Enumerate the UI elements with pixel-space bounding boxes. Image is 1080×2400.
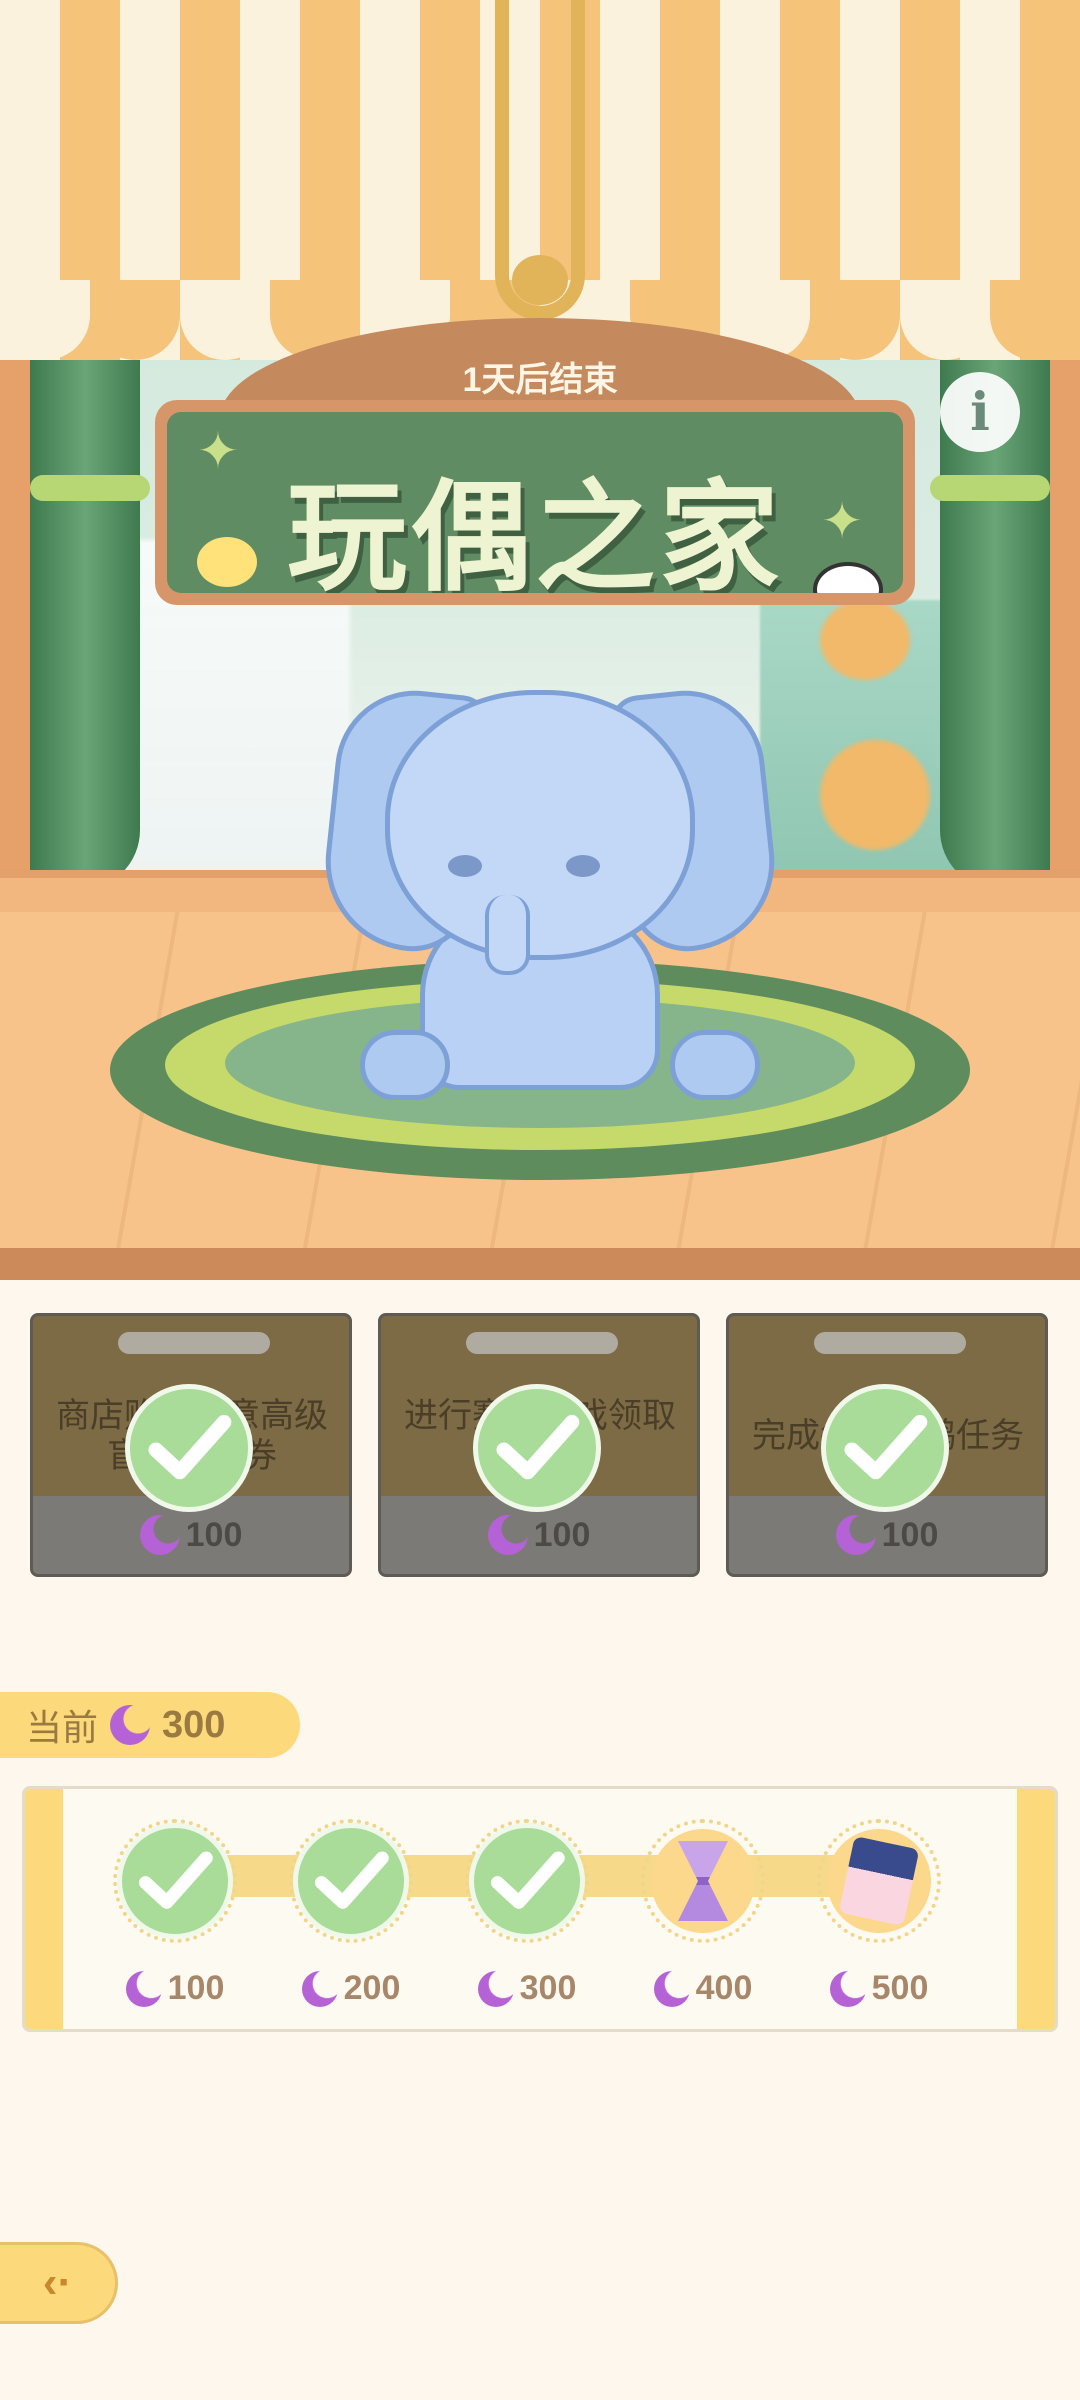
moon-icon (477, 1970, 514, 2007)
shelf-toy (820, 600, 910, 680)
task-reward-value: 100 (185, 1515, 243, 1554)
milestone-disc (117, 1823, 233, 1939)
task-card[interactable]: 完成每日鸽鸽任务 100 (726, 1313, 1048, 1577)
event-title-sign: ✦ ✦ 玩偶之家 (155, 400, 915, 605)
milestone-disc (827, 1829, 931, 1933)
moon-icon (829, 1970, 866, 2007)
milestone-value: 500 (871, 1969, 929, 2007)
current-value: 300 (162, 1703, 226, 1746)
milestone-value: 400 (695, 1969, 753, 2007)
milestone-ring (817, 1819, 941, 1943)
shelf-toy (820, 740, 930, 850)
elephant-leg-right (670, 1030, 760, 1100)
milestone-reward: 300 (457, 1969, 597, 2008)
hourglass-icon (678, 1841, 728, 1921)
stall-post-left (0, 330, 30, 890)
elephant-leg-left (360, 1030, 450, 1100)
milestone-disc (469, 1823, 585, 1939)
back-button[interactable]: ‹· (0, 2242, 118, 2324)
milestone-disc (293, 1823, 409, 1939)
task-card-tab (814, 1332, 966, 1354)
current-label: 当前 (26, 1707, 99, 1748)
back-arrow-icon: ‹· (42, 2258, 73, 2307)
milestone-ring (289, 1819, 413, 1943)
curtain-tie-right (930, 475, 1050, 501)
milestone-value: 200 (343, 1969, 401, 2007)
sign-rope-knot (512, 255, 568, 305)
milestone-reward: 100 (105, 1969, 245, 2008)
moon-icon (110, 1705, 151, 1745)
stall-post-right (1050, 330, 1080, 890)
milestone-ring (641, 1819, 765, 1943)
task-reward-value: 100 (533, 1515, 591, 1554)
moon-icon (653, 1970, 690, 2007)
task-card-tab (466, 1332, 618, 1354)
floor-edge (0, 1248, 1080, 1280)
moon-icon (125, 1970, 162, 2007)
curtain-tie-left (30, 475, 150, 501)
info-button[interactable]: i (940, 372, 1020, 452)
milestone-ring (465, 1819, 589, 1943)
milestone-track: 100 200 300 400 500 (22, 1786, 1058, 2032)
task-reward-value: 100 (881, 1515, 939, 1554)
check-icon (473, 1384, 601, 1512)
elephant-trunk (485, 895, 530, 975)
event-banner-scene: 1天后结束 ✦ ✦ 玩偶之家 i (0, 0, 1080, 1280)
milestone-value: 100 (167, 1969, 225, 2007)
moon-icon (835, 1515, 876, 1555)
elephant-eye-left (448, 855, 482, 877)
check-icon (821, 1384, 949, 1512)
milestone-reward: 400 (633, 1969, 773, 2008)
milestone-300[interactable]: 300 (457, 1819, 597, 2019)
check-icon (117, 1823, 233, 1939)
event-title: 玩偶之家 (287, 471, 783, 593)
task-card[interactable]: 进行赛马游戏领取一 100 (378, 1313, 700, 1577)
track-side-right (1017, 1789, 1055, 2029)
milestone-500[interactable]: 500 (809, 1819, 949, 2019)
milestone-100[interactable]: 100 (105, 1819, 245, 2019)
info-icon: i (970, 381, 990, 443)
milestone-disc (651, 1829, 755, 1933)
elephant-eye-right (566, 855, 600, 877)
elephant-head (385, 690, 695, 960)
event-timer: 1天后结束 (462, 361, 618, 399)
milestone-value: 300 (519, 1969, 577, 2007)
track-side-left (25, 1789, 63, 2029)
moon-icon (301, 1970, 338, 2007)
moon-icon (139, 1515, 180, 1555)
task-card-tab (118, 1332, 270, 1354)
milestone-ring (113, 1819, 237, 1943)
moon-icon (487, 1515, 528, 1555)
milestone-reward: 200 (281, 1969, 421, 2008)
check-icon (469, 1823, 585, 1939)
milestone-reward: 500 (809, 1969, 949, 2008)
curtain-left (30, 330, 140, 890)
current-points-pill: 当前 300 (0, 1692, 300, 1758)
ticket-icon (838, 1835, 920, 1927)
milestone-200[interactable]: 200 (281, 1819, 421, 2019)
check-icon (293, 1823, 409, 1939)
check-icon (125, 1384, 253, 1512)
milestone-400[interactable]: 400 (633, 1819, 773, 2019)
task-card[interactable]: 商店购买任意高级盲盒兑换券 100 (30, 1313, 352, 1577)
